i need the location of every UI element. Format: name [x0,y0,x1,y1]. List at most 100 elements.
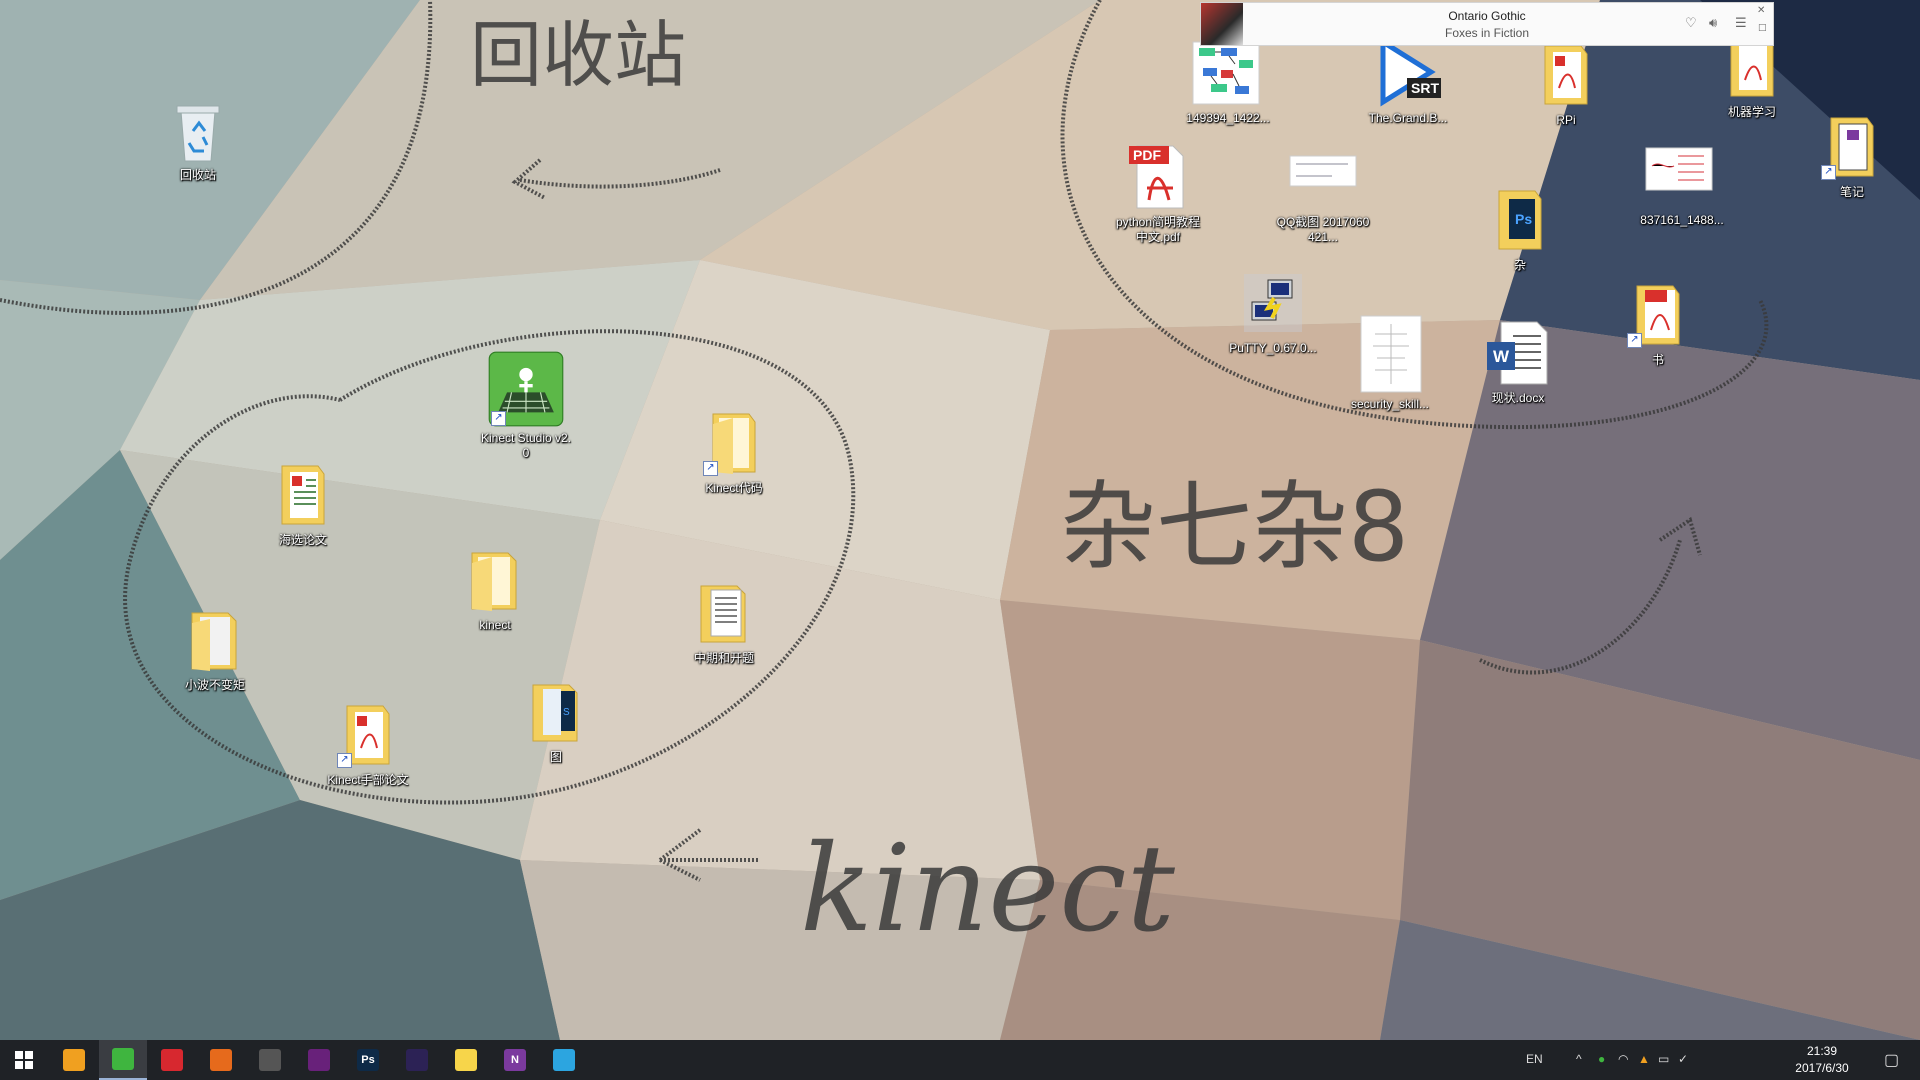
onenote-icon: N [504,1049,526,1071]
kinect-studio-label: Kinect Studio v2.0 [480,431,572,460]
clock-date: 2017/6/30 [1795,1061,1849,1075]
taskbar: Ps N EN ^ ● ◠ ▲ ▭ ✓ 21:39 2017/6/30 ▢ [0,1040,1920,1080]
chevron-up-icon[interactable]: ^ [1576,1052,1582,1066]
grand-b-subtitle-file[interactable]: SRT The.Grand.B... [1360,38,1456,126]
taskbar-app-wechat[interactable] [99,1040,147,1080]
windows-logo-icon [15,1051,33,1069]
playlist-icon[interactable]: ☰ [1735,16,1747,31]
security-shield-icon[interactable]: ✓ [1678,1052,1688,1066]
taskbar-app-photoshop[interactable]: Ps [344,1040,392,1080]
volume-icon[interactable]: 🔊︎ [1709,16,1717,31]
pdf-folder-icon: ↗ [333,700,403,770]
wechat-tray-icon[interactable]: ● [1598,1052,1605,1066]
tu-folder[interactable]: S 图 [508,677,604,765]
small-wave-folder[interactable]: 小波不变矩 [167,605,263,693]
taskbar-app-eclipse[interactable] [393,1040,441,1080]
za-folder[interactable]: Ps 杂 [1472,185,1568,273]
python-pdf-file[interactable]: PDF python简明教程中文.pdf [1110,142,1206,245]
small-wave-label: 小波不变矩 [184,678,245,692]
telegram-icon [553,1049,575,1071]
recycle-handwritten-text: 回收站 [470,13,686,97]
taskbar-app-firefox[interactable] [197,1040,245,1080]
image-149394-label: 149394_1422... [1186,111,1270,125]
heart-icon[interactable]: ♡ [1685,16,1697,31]
sticky-notes-icon [455,1049,477,1071]
pdf-file-icon: PDF [1123,142,1193,212]
shortcut-arrow-icon: ↗ [1821,165,1836,180]
minimize-icon[interactable]: □ [1758,23,1767,33]
python-pdf-label: python简明教程中文.pdf [1115,215,1201,244]
image-837161-label: 837161_1488... [1640,213,1724,227]
start-button[interactable] [0,1040,48,1080]
qq-screenshot-label: QQ截图 2017060421... [1276,215,1370,244]
ps-folder-icon: Ps [1485,185,1555,255]
kinect-studio-shortcut[interactable]: ↗ Kinect Studio v2.0 [478,350,574,461]
svg-text:S: S [563,707,570,718]
kinect-folder[interactable]: kinect [447,545,543,633]
image-149394-file[interactable]: 149394_1422... [1180,38,1276,126]
netease-music-icon [161,1049,183,1071]
kinect-hand-paper-shortcut[interactable]: ↗ Kinect手部论文 [320,700,416,788]
qq-screenshot-file[interactable]: QQ截图 2017060421... [1275,142,1371,245]
image-837161-file[interactable]: 837161_1488... [1634,140,1730,228]
xianzhuang-label: 现状.docx [1491,391,1545,405]
language-indicator[interactable]: EN [1526,1052,1543,1066]
taskbar-app-netease-music[interactable] [148,1040,196,1080]
document-folder-icon [689,578,759,648]
qq-tray-icon[interactable]: ▲ [1638,1052,1650,1066]
recycle-bin-icon[interactable]: 回收站 [150,95,246,183]
tu-label: 图 [549,750,562,764]
trash-icon [163,95,233,165]
image-thumbnail-icon [1288,142,1358,212]
notification-center-icon[interactable]: ▢ [1884,1050,1899,1070]
qq-icon [63,1049,85,1071]
security-skill-file[interactable]: security_skill... [1342,314,1438,412]
rpi-folder[interactable]: RPi [1518,40,1614,128]
ps-badge: Ps [1515,211,1533,227]
selected-papers-folder[interactable]: 海选论文 [255,460,351,548]
putty-shortcut[interactable]: PuTTY_0.67.0... [1225,268,1321,356]
pdf-folder-icon [1531,40,1601,110]
folder-icon: ↗ [1817,112,1887,182]
clock-time: 21:39 [1806,1044,1838,1058]
kinect-code-folder[interactable]: ↗ Kinect代码 [686,408,782,496]
rpi-label: RPi [1556,113,1576,127]
clock[interactable]: 21:39 2017/6/30 [1782,1043,1862,1077]
putty-label: PuTTY_0.67.0... [1229,341,1317,355]
kinect-folder-label: kinect [479,618,511,632]
machine-learning-label: 机器学习 [1727,105,1776,119]
shu-shortcut[interactable]: ↗ 书 [1610,280,1706,368]
music-mini-player[interactable]: Ontario Gothic Foxes in Fiction ♡ 🔊︎ ☰ ✕… [1200,2,1774,46]
selected-papers-label: 海选论文 [278,533,327,547]
shortcut-arrow-icon: ↗ [337,753,352,768]
eclipse-icon [406,1049,428,1071]
taskbar-app-sublime[interactable] [246,1040,294,1080]
kinect-code-label: Kinect代码 [705,481,763,495]
battery-icon[interactable]: ▭ [1658,1052,1669,1066]
midterm-folder[interactable]: 中期和开题 [676,578,772,666]
folder-icon: ↗ [699,408,769,478]
za-label: 杂 [1513,258,1526,272]
kinect-handwritten-text: kinect [800,820,1176,959]
shortcut-arrow-icon: ↗ [491,411,506,426]
taskbar-app-qq[interactable] [50,1040,98,1080]
pdf-folder-icon [268,460,338,530]
srt-badge: SRT [1411,80,1439,96]
photoshop-icon: Ps [357,1049,379,1071]
xianzhuang-docx-file[interactable]: W 现状.docx [1470,318,1566,406]
close-icon[interactable]: ✕ [1757,5,1765,16]
security-skill-label: security_skill... [1350,397,1430,411]
kinect-hand-paper-label: Kinect手部论文 [327,773,409,787]
notes-shortcut[interactable]: ↗ 笔记 [1804,112,1900,200]
taskbar-app-onenote[interactable]: N [491,1040,539,1080]
firefox-icon [210,1049,232,1071]
system-tray: EN ^ ● ◠ ▲ ▭ ✓ 21:39 2017/6/30 ▢ [1500,1040,1920,1080]
shortcut-arrow-icon: ↗ [1627,333,1642,348]
play-file-icon: SRT [1373,38,1443,108]
taskbar-app-sticky-notes[interactable] [442,1040,490,1080]
taskbar-app-visual-studio[interactable] [295,1040,343,1080]
recycle-bin-label: 回收站 [179,168,216,182]
folder-icon [460,545,530,615]
taskbar-app-telegram[interactable] [540,1040,588,1080]
wifi-icon[interactable]: ◠ [1618,1052,1628,1066]
